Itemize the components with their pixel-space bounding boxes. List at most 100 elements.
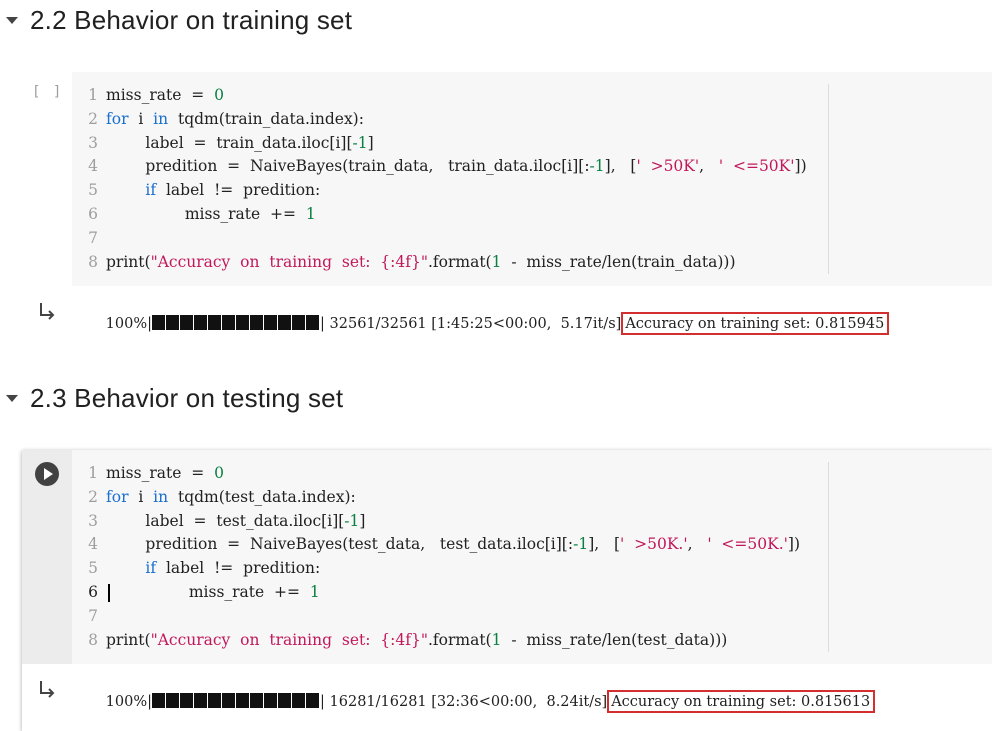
code-line[interactable]: 1 miss_rate = 0 [72, 84, 992, 108]
code-cell-testing[interactable]: 1 miss_rate = 0 2 for i in tqdm(test_data.i… [22, 450, 992, 731]
code-line[interactable]: 6 miss_rate += 1 [72, 581, 992, 605]
line-number: 1 [88, 86, 98, 104]
code-lines[interactable]: 1 miss_rate = 0 2 for i in tqdm(test_data.i… [72, 462, 992, 652]
caret-down-icon[interactable] [6, 16, 18, 24]
code-line[interactable]: 6 miss_rate += 1 [72, 203, 992, 227]
progress-block [222, 315, 236, 330]
code-text: for i in tqdm(test_data.index): [106, 487, 356, 506]
line-number: 7 [88, 228, 98, 247]
code-text: miss_rate += 1 [106, 204, 316, 223]
line-number: 8 [88, 630, 98, 649]
code-line[interactable]: 1 miss_rate = 0 [72, 462, 992, 486]
progress-percent: 100% [105, 316, 148, 332]
progress-block [166, 315, 180, 330]
progress-block [208, 315, 222, 330]
line-number: 4 [88, 535, 98, 554]
code-text: predition = NaiveBayes(train_data, train… [106, 157, 807, 176]
output-arrow-icon[interactable] [38, 300, 58, 320]
line-number: 2 [88, 109, 98, 128]
progress-block [264, 693, 278, 708]
line-number: 5 [88, 559, 98, 578]
code-text: miss_rate = 0 [106, 464, 224, 482]
section-header-training[interactable]: 2.2 Behavior on training set [0, 0, 352, 40]
code-line[interactable]: 5 if label != predition: [72, 557, 992, 581]
code-text: miss_rate += 1 [110, 582, 320, 601]
line-length-ruler [828, 462, 829, 652]
line-number: 5 [88, 181, 98, 200]
code-line[interactable]: 3 label = test_data.iloc[i][-1] [72, 510, 992, 534]
line-number: 1 [88, 464, 98, 482]
progress-block [166, 693, 180, 708]
code-line[interactable]: 2 for i in tqdm(test_data.index): [72, 486, 992, 510]
line-number: 6 [88, 204, 98, 223]
line-number: 3 [88, 511, 98, 530]
progress-block [250, 315, 264, 330]
cell-gutter [22, 450, 72, 664]
code-text: predition = NaiveBayes(test_data, test_d… [106, 535, 801, 554]
code-text: label = train_data.iloc[i][-1] [106, 133, 374, 152]
section-title: 2.2 Behavior on training set [30, 4, 353, 35]
progress-block [236, 315, 250, 330]
code-lines[interactable]: 1 miss_rate = 0 2 for i in tqdm(train_data.… [72, 84, 992, 274]
progress-block [194, 315, 208, 330]
play-circle-icon[interactable] [35, 462, 59, 486]
progress-block [208, 693, 222, 708]
cell-gutter: [ ] [22, 72, 72, 286]
progress-block [292, 315, 306, 330]
line-number: 4 [88, 157, 98, 176]
progress-block [278, 693, 292, 708]
code-line[interactable]: 8 print("Accuracy on training set: {:4f}"… [72, 629, 992, 653]
caret-down-icon[interactable] [6, 394, 18, 402]
code-line[interactable]: 8 print("Accuracy on training set: {:4f}"… [72, 251, 992, 275]
code-line[interactable]: 4 predition = NaiveBayes(train_data, tra… [72, 155, 992, 179]
code-text: print("Accuracy on training set: {:4f}".… [106, 630, 728, 649]
line-length-ruler [828, 84, 829, 274]
progress-block [278, 315, 292, 330]
progress-stats: 16281/16281 [32:36<00:00, 8.24it/s] [324, 694, 608, 710]
code-line[interactable]: 5 if label != predition: [72, 179, 992, 203]
progress-block [152, 693, 166, 708]
cell-output: 100%| | 32561/32561 [1:45:25<00:00, 5.17i… [22, 286, 992, 335]
progress-block [180, 315, 194, 330]
line-number: 8 [88, 252, 98, 271]
code-line[interactable]: 7 [72, 227, 992, 251]
output-arrow-icon[interactable] [38, 678, 58, 698]
code-line[interactable]: 3 label = train_data.iloc[i][-1] [72, 132, 992, 156]
output-text: 100%| | 32561/32561 [1:45:25<00:00, 5.17i… [78, 296, 890, 351]
code-text: label = test_data.iloc[i][-1] [106, 511, 366, 530]
line-number: 7 [88, 606, 98, 625]
progress-block [194, 693, 208, 708]
code-editor[interactable]: 1 miss_rate = 0 2 for i in tqdm(train_data.… [72, 72, 992, 286]
progress-block [222, 693, 236, 708]
code-line[interactable]: 7 [72, 605, 992, 629]
output-text: 100%| | 16281/16281 [32:36<00:00, 8.24it/… [78, 674, 876, 729]
code-line[interactable]: 4 predition = NaiveBayes(test_data, test… [72, 533, 992, 557]
progress-block [236, 693, 250, 708]
line-number: 2 [88, 487, 98, 506]
progress-block [250, 693, 264, 708]
code-line[interactable]: 2 for i in tqdm(train_data.index): [72, 108, 992, 132]
accuracy-result: Accuracy on training set: 0.815613 [607, 690, 876, 713]
line-number: 3 [88, 133, 98, 152]
cell-execution-marker[interactable]: [ ] [32, 84, 63, 100]
section-title: 2.3 Behavior on testing set [30, 382, 344, 413]
code-text: miss_rate = 0 [106, 86, 224, 104]
section-header-testing[interactable]: 2.3 Behavior on testing set [0, 378, 343, 418]
code-cell-training[interactable]: [ ] 1 miss_rate = 0 2 for i in tqdm(train_d… [22, 72, 992, 335]
line-number: 6 [88, 582, 98, 601]
progress-block [292, 693, 306, 708]
code-text: for i in tqdm(train_data.index): [106, 109, 364, 128]
accuracy-result: Accuracy on training set: 0.815945 [621, 312, 890, 335]
code-editor[interactable]: 1 miss_rate = 0 2 for i in tqdm(test_data.i… [72, 450, 992, 664]
progress-block [306, 315, 320, 330]
code-text: if label != predition: [145, 559, 321, 578]
progress-percent: 100% [105, 694, 148, 710]
progress-block [306, 693, 320, 708]
code-text: if label != predition: [145, 181, 321, 200]
progress-block [180, 693, 194, 708]
code-text: print("Accuracy on training set: {:4f}".… [106, 252, 736, 271]
cell-output: 100%| | 16281/16281 [32:36<00:00, 8.24it/… [22, 664, 992, 714]
progress-block [264, 315, 278, 330]
progress-block [152, 315, 166, 330]
progress-bar [152, 693, 320, 712]
